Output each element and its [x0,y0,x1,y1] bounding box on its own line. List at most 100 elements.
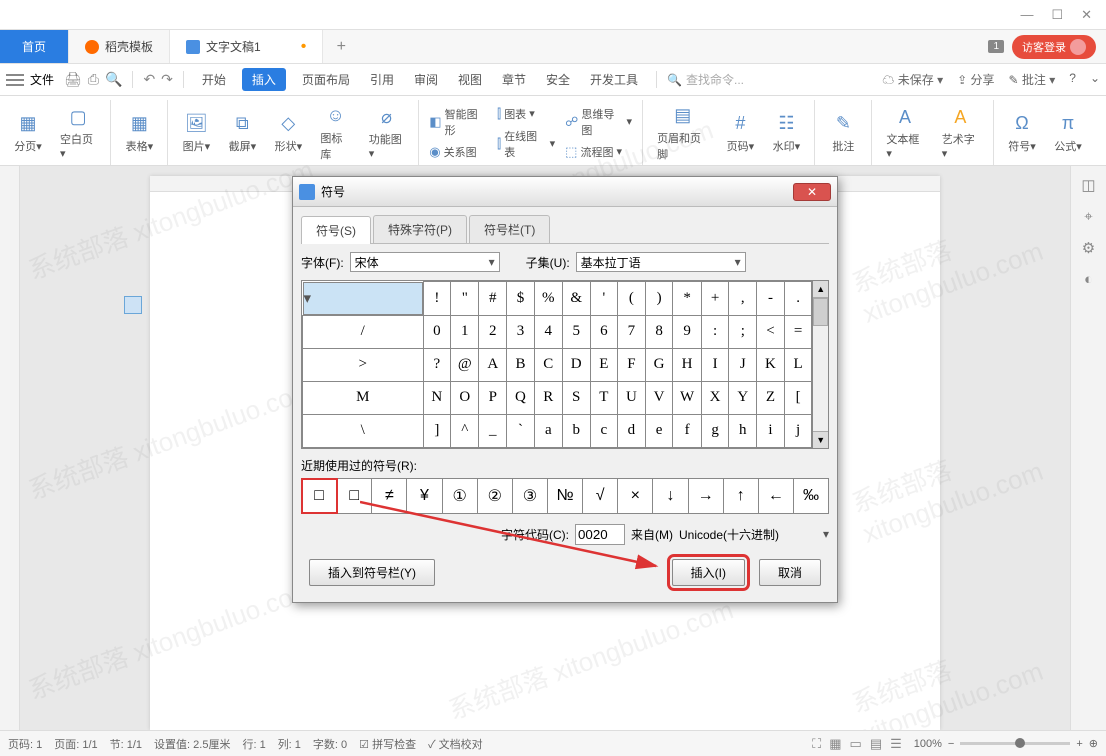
tab-view[interactable]: 视图 [454,68,486,91]
symbol-cell[interactable]: 9 [673,315,701,348]
annotate-menu[interactable]: ✎ 批注 ▾ [1009,71,1056,88]
recent-symbol[interactable]: □ [337,479,372,513]
scroll-down-icon[interactable]: ▼ [813,431,828,448]
symbol-cell[interactable]: e [645,414,673,447]
notif-badge[interactable]: 1 [988,40,1004,53]
hamburger-icon[interactable] [6,74,24,86]
symbol-cell[interactable]: / [303,315,424,348]
redo-icon[interactable]: ↷ [161,71,173,88]
recent-symbol[interactable]: ≠ [372,479,407,513]
tab-document[interactable]: 文字文稿1• [170,30,323,63]
blank-page-button[interactable]: ▢空白页▾ [56,103,100,162]
recent-symbol[interactable]: ← [759,479,794,513]
symbol-cell[interactable]: b [562,414,590,447]
symbol-cell[interactable]: g [701,414,729,447]
grid-scrollbar[interactable]: ▲ ▼ [813,280,829,449]
symbol-cell[interactable]: ? [423,348,451,381]
recent-symbol[interactable]: → [689,479,724,513]
dialog-close-button[interactable]: ✕ [793,183,831,201]
shapes-button[interactable]: ◇形状▾ [270,110,306,156]
flowchart-button[interactable]: ⬚流程图▾ [565,144,632,160]
symbol-cell[interactable]: U [618,381,646,414]
win-close-icon[interactable]: ✕ [1081,7,1092,23]
sidepanel-select-icon[interactable]: ⌖ [1084,208,1092,225]
dialog-titlebar[interactable]: 符号 ✕ [293,177,837,207]
symbol-cell[interactable]: P [479,381,507,414]
symbol-cell[interactable]: ) [645,282,673,316]
tab-start[interactable]: 开始 [198,68,230,91]
symbol-cell[interactable]: F [618,348,646,381]
symbol-cell[interactable]: ] [423,414,451,447]
symbol-cell[interactable]: @ [451,348,479,381]
symbol-cell[interactable]: * [673,282,701,316]
picture-button[interactable]: 🖼图片▾ [178,110,214,156]
tab-store[interactable]: 稻壳模板 [69,30,170,63]
symbol-cell[interactable]: + [701,282,729,316]
tab-references[interactable]: 引用 [366,68,398,91]
recent-symbol[interactable]: □ [302,479,337,513]
view-print-icon[interactable]: ▦ [829,736,841,752]
recent-symbol[interactable]: № [548,479,583,513]
smartart-button[interactable]: ◧智能图形 [429,106,487,138]
insert-to-bar-button[interactable]: 插入到符号栏(Y) [309,559,435,586]
symbol-cell[interactable]: M [303,381,424,414]
tab-insert[interactable]: 插入 [242,68,286,91]
symbol-cell[interactable]: L [784,348,811,381]
symbol-cell[interactable]: 5 [562,315,590,348]
recent-symbol[interactable]: × [618,479,653,513]
cancel-button[interactable]: 取消 [759,559,821,586]
symbol-grid[interactable]: !"#$%&'()*+,-./0123456789:;<=>?@ABCDEFGH… [301,280,813,449]
status-page[interactable]: 页面: 1/1 [54,736,97,752]
sidepanel-props-icon[interactable]: ⚙ [1082,239,1095,257]
scroll-up-icon[interactable]: ▲ [813,281,828,298]
symbol-cell[interactable]: 6 [590,315,617,348]
symbol-cell[interactable]: c [590,414,617,447]
status-spell[interactable]: ☑ 拼写检查 [359,736,416,752]
zoom-in-icon[interactable]: + [1076,738,1082,750]
symbol-cell[interactable]: Q [507,381,535,414]
page-break-button[interactable]: ▦分页▾ [10,110,46,156]
font-select[interactable]: 宋体 [350,252,500,272]
status-section[interactable]: 节: 1/1 [110,736,142,752]
symbol-cell[interactable]: . [784,282,811,316]
symbol-cell[interactable]: J [729,348,757,381]
login-button[interactable]: 访客登录 [1012,35,1096,59]
symbol-cell[interactable]: ! [423,282,451,316]
comment-button[interactable]: ✎批注 [825,110,861,156]
undo-icon[interactable]: ↶ [143,71,155,88]
symbol-cell[interactable]: j [784,414,811,447]
symbol-cell[interactable]: K [757,348,785,381]
symbol-cell[interactable] [303,282,423,315]
symbol-cell[interactable]: 8 [645,315,673,348]
symbol-cell[interactable]: _ [479,414,507,447]
dlg-tab-special[interactable]: 特殊字符(P) [373,215,467,243]
symbol-cell[interactable]: 3 [507,315,535,348]
help-icon[interactable]: ? [1069,71,1076,88]
textbox-button[interactable]: A文本框▾ [882,103,927,162]
symbol-cell[interactable]: 1 [451,315,479,348]
symbol-cell[interactable]: \ [303,414,424,447]
symbol-cell[interactable]: $ [507,282,535,316]
charcode-input[interactable] [575,524,625,545]
search-command[interactable]: 🔍 查找命令... [656,71,744,88]
win-max-icon[interactable]: ☐ [1051,7,1063,23]
symbol-cell[interactable]: D [562,348,590,381]
symbol-cell[interactable]: [ [784,381,811,414]
symbol-cell[interactable]: ' [590,282,617,316]
func-chart-button[interactable]: ⌀功能图▾ [365,103,409,162]
symbol-cell[interactable]: E [590,348,617,381]
symbol-cell[interactable]: O [451,381,479,414]
symbol-cell[interactable]: H [673,348,701,381]
tab-home[interactable]: 首页 [0,30,69,63]
symbol-cell[interactable]: I [701,348,729,381]
symbol-cell[interactable]: # [479,282,507,316]
zoom-value[interactable]: 100% [914,738,942,750]
screenshot-button[interactable]: ⧉截屏▾ [224,110,260,156]
wordart-button[interactable]: A艺术字▾ [938,103,983,162]
symbol-cell[interactable]: Y [729,381,757,414]
symbol-cell[interactable]: R [534,381,562,414]
zoom-slider[interactable] [960,742,1070,745]
symbol-cell[interactable]: , [729,282,757,316]
symbol-cell[interactable]: G [645,348,673,381]
symbol-cell[interactable]: ` [507,414,535,447]
